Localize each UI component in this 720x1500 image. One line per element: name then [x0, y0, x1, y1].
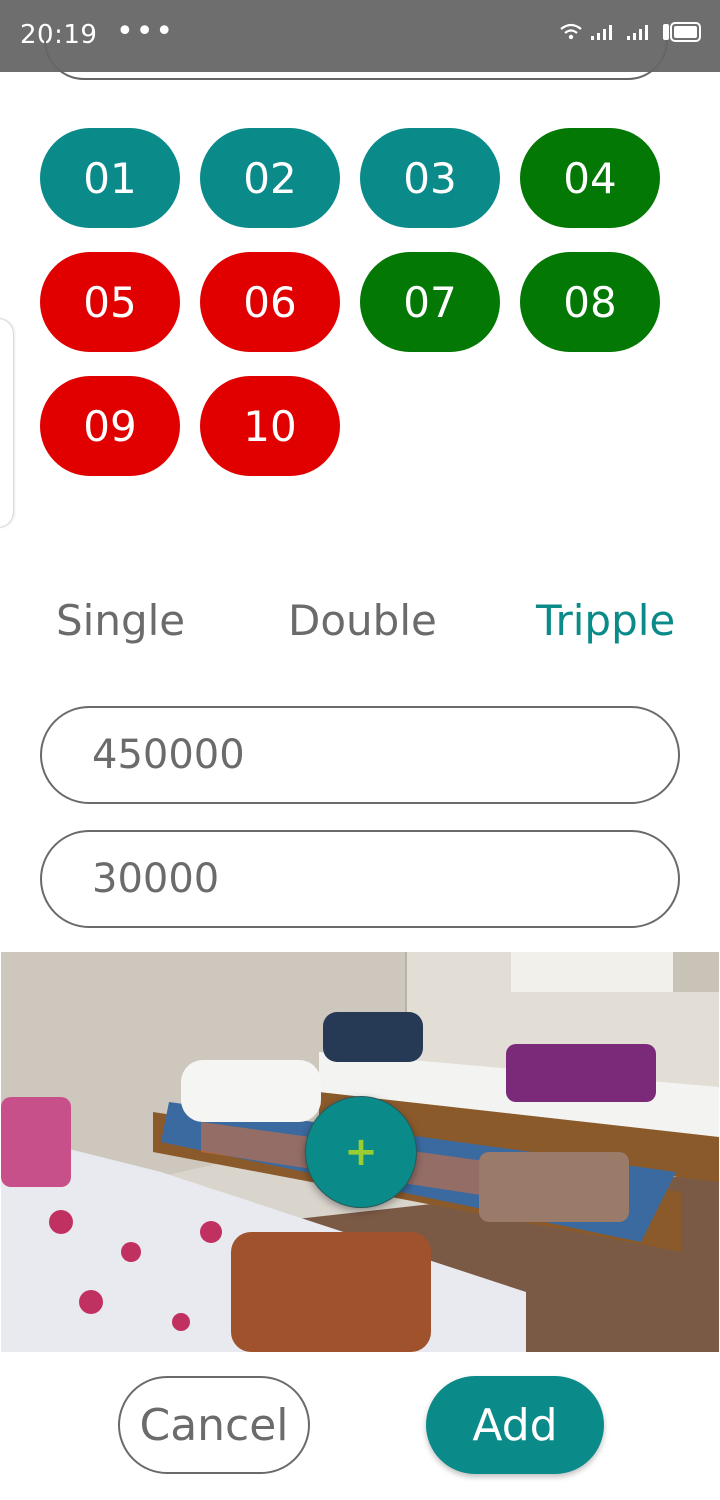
tab-double[interactable]: Double	[288, 596, 437, 645]
wifi-icon	[560, 23, 582, 40]
tab-single[interactable]: Single	[56, 596, 185, 645]
plus-icon: +	[344, 1129, 378, 1175]
signal-icon	[591, 25, 612, 40]
cancel-button[interactable]: Cancel	[118, 1376, 310, 1474]
deposit-input[interactable]: 30000	[40, 830, 680, 928]
room-03-button[interactable]: 03	[360, 128, 500, 228]
add-button[interactable]: Add	[426, 1376, 604, 1474]
signal-icon-2	[627, 25, 648, 40]
room-01-button[interactable]: 01	[40, 128, 180, 228]
side-drawer-handle[interactable]	[0, 318, 14, 528]
price-input[interactable]: 450000	[40, 706, 680, 804]
scrolled-input-edge[interactable]	[44, 40, 668, 80]
room-02-button[interactable]: 02	[200, 128, 340, 228]
room-07-button[interactable]: 07	[360, 252, 500, 352]
room-08-button[interactable]: 08	[520, 252, 660, 352]
room-04-button[interactable]: 04	[520, 128, 660, 228]
room-06-button[interactable]: 06	[200, 252, 340, 352]
status-icons	[560, 22, 702, 42]
room-05-button[interactable]: 05	[40, 252, 180, 352]
tab-triple[interactable]: Tripple	[536, 596, 675, 645]
add-photo-button[interactable]: +	[305, 1096, 417, 1208]
room-09-button[interactable]: 09	[40, 376, 180, 476]
battery-icon	[663, 22, 701, 42]
room-10-button[interactable]: 10	[200, 376, 340, 476]
